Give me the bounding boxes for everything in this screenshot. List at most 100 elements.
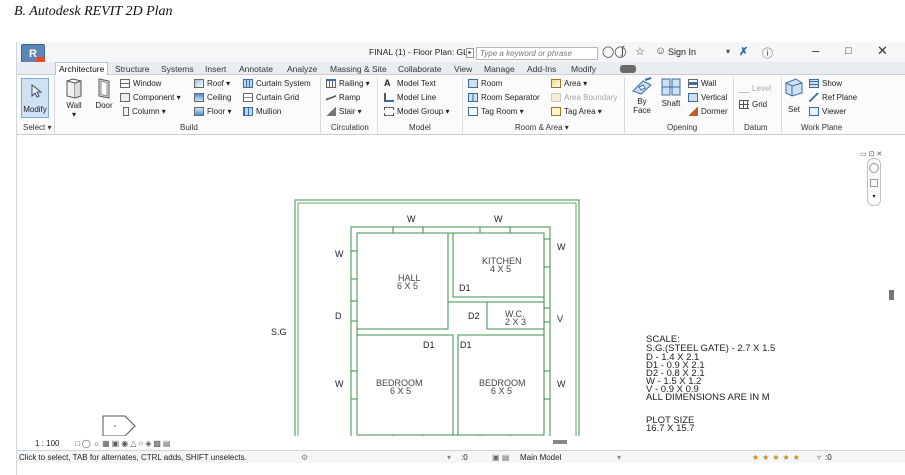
ref-plane-label: Ref Plane bbox=[822, 93, 858, 102]
tag-area-icon bbox=[551, 107, 561, 116]
tab-architecture[interactable]: Architecture bbox=[55, 62, 109, 76]
model-group-icon bbox=[384, 107, 394, 116]
roof-icon bbox=[194, 79, 204, 88]
curtain-grid-button[interactable]: Curtain Grid bbox=[243, 93, 299, 102]
section-marker-dot bbox=[114, 425, 116, 427]
stair-button[interactable]: Stair ▾ bbox=[326, 107, 362, 116]
room-area-panel-label[interactable]: Room & Area ▾ bbox=[515, 123, 569, 132]
ramp-icon bbox=[326, 93, 336, 102]
railing-button[interactable]: Railing ▾ bbox=[326, 79, 370, 88]
ribbon-minimize-toggle[interactable] bbox=[620, 65, 636, 73]
wall-button[interactable]: Wall ▾ bbox=[63, 77, 85, 119]
tab-annotate[interactable]: Annotate bbox=[239, 64, 273, 74]
design-options-icon[interactable]: ▣ ▤ bbox=[492, 453, 509, 462]
ribbon-tab-row: Architecture Structure Systems Insert An… bbox=[17, 62, 905, 76]
curtain-system-button[interactable]: Curtain System bbox=[243, 79, 311, 88]
wall-opening-button[interactable]: Wall bbox=[688, 79, 716, 88]
model-line-button[interactable]: Model Line bbox=[384, 93, 436, 102]
opening-by-face-button[interactable]: By Face bbox=[629, 77, 655, 115]
tag-area-button[interactable]: Tag Area ▾ bbox=[551, 107, 602, 116]
column-icon bbox=[123, 107, 129, 116]
search-input[interactable]: Type a keyword or phrase bbox=[476, 47, 598, 60]
ref-plane-button[interactable]: Ref Plane bbox=[809, 93, 857, 102]
editing-requests-dropdown[interactable]: ▾ bbox=[447, 453, 451, 462]
set-work-plane-button[interactable]: Set bbox=[783, 77, 805, 114]
ceiling-button[interactable]: Ceiling bbox=[194, 93, 231, 102]
figure-caption: B. Autodesk REVIT 2D Plan bbox=[14, 4, 173, 19]
application-menu-button[interactable]: R bbox=[21, 44, 45, 64]
vertical-opening-button[interactable]: Vertical bbox=[688, 93, 727, 102]
grid-button[interactable]: Grid bbox=[739, 100, 767, 109]
component-icon bbox=[120, 93, 130, 102]
model-group-label: Model Group ▾ bbox=[397, 107, 450, 116]
favorites-star-icon[interactable]: ☆ bbox=[635, 45, 645, 58]
help-icon[interactable]: ⓘ bbox=[762, 45, 773, 61]
drawing-canvas[interactable]: ▭ ⊡ ✕ ▾ W W W D W W V W D1 D2 D1 D1 S.G … bbox=[17, 136, 905, 444]
tab-add-ins[interactable]: Add-Ins bbox=[527, 64, 556, 74]
ceiling-label: Ceiling bbox=[207, 93, 232, 102]
ramp-button[interactable]: Ramp bbox=[326, 93, 360, 102]
door-icon bbox=[98, 78, 110, 99]
active-model-select[interactable]: Main Model bbox=[520, 453, 561, 462]
show-work-plane-icon bbox=[809, 79, 819, 88]
view-scale[interactable]: 1 : 100 bbox=[35, 439, 59, 448]
area-boundary-icon bbox=[551, 93, 561, 102]
maximize-button[interactable]: □ bbox=[845, 45, 852, 57]
view-control-icons[interactable]: □◯☼▦▣◉△○◈▩▤ bbox=[75, 439, 172, 448]
exchange-apps-icon[interactable]: ✗ bbox=[739, 45, 748, 58]
room-bedroom-2-size: 6 X 5 bbox=[491, 386, 512, 396]
mullion-icon bbox=[243, 107, 253, 116]
wall-opening-label: Wall bbox=[701, 79, 717, 88]
floor-button[interactable]: Floor ▾ bbox=[194, 107, 231, 116]
room-button[interactable]: Room bbox=[468, 79, 502, 88]
show-work-plane-button[interactable]: Show bbox=[809, 79, 842, 88]
railing-icon bbox=[326, 79, 336, 88]
tab-view[interactable]: View bbox=[454, 64, 472, 74]
window-label: Window bbox=[133, 79, 162, 88]
tab-insert[interactable]: Insert bbox=[205, 64, 226, 74]
window-button[interactable]: Window bbox=[120, 79, 161, 88]
tab-analyze[interactable]: Analyze bbox=[287, 64, 317, 74]
minimize-button[interactable]: – bbox=[812, 43, 819, 58]
viewer-button[interactable]: Viewer bbox=[809, 107, 846, 116]
vertical-opening-label: Vertical bbox=[701, 93, 728, 102]
communication-center-icon[interactable]: ∫ bbox=[621, 45, 624, 57]
mullion-button[interactable]: Mullion bbox=[243, 107, 281, 116]
tab-massing-site[interactable]: Massing & Site bbox=[330, 64, 387, 74]
room-separator-icon bbox=[468, 93, 478, 102]
cursor-arrow-icon bbox=[31, 84, 42, 98]
worksets-icon[interactable]: ⚙ bbox=[301, 453, 308, 462]
tab-structure[interactable]: Structure bbox=[115, 64, 150, 74]
mark-steel-gate: S.G bbox=[271, 327, 287, 337]
column-button[interactable]: Column ▾ bbox=[123, 107, 166, 116]
tab-manage[interactable]: Manage bbox=[484, 64, 515, 74]
room-separator-button[interactable]: Room Separator bbox=[468, 93, 540, 102]
model-text-button[interactable]: A Model Text bbox=[384, 78, 436, 89]
shaft-button[interactable]: Shaft bbox=[659, 77, 683, 108]
tab-collaborate[interactable]: Collaborate bbox=[398, 64, 441, 74]
tab-modify[interactable]: Modify bbox=[571, 64, 596, 74]
mark-w-left-upper: W bbox=[335, 249, 344, 259]
close-button[interactable]: ✕ bbox=[877, 43, 888, 59]
level-label: Level bbox=[752, 84, 772, 93]
selection-settings-icons[interactable]: ★★★★★ bbox=[752, 453, 803, 462]
filter-icon[interactable]: ▿ bbox=[817, 453, 821, 462]
select-panel-label[interactable]: Select ▾ bbox=[23, 123, 51, 132]
model-text-icon: A bbox=[384, 78, 391, 88]
sign-in-dropdown-icon[interactable]: ▾ bbox=[726, 47, 730, 56]
model-dropdown-icon[interactable]: ▾ bbox=[617, 453, 621, 462]
sign-in-button[interactable]: Sign In bbox=[668, 47, 696, 57]
modify-button[interactable]: Modify bbox=[21, 78, 49, 118]
tab-systems[interactable]: Systems bbox=[161, 64, 194, 74]
dormer-button[interactable]: Dormer bbox=[688, 107, 728, 116]
mark-w-right-upper: W bbox=[557, 242, 566, 252]
shaft-label: Shaft bbox=[661, 99, 681, 108]
roof-button[interactable]: Roof ▾ bbox=[194, 79, 230, 88]
tag-room-button[interactable]: Tag Room ▾ bbox=[468, 107, 524, 116]
component-button[interactable]: Component ▾ bbox=[120, 93, 181, 102]
area-button[interactable]: Area ▾ bbox=[551, 79, 587, 88]
model-group-button[interactable]: Model Group ▾ bbox=[384, 107, 449, 116]
view-control-bar: 1 : 100 □◯☼▦▣◉△○◈▩▤ bbox=[17, 439, 905, 450]
search-expand-icon[interactable]: ▸ bbox=[466, 48, 474, 58]
door-button[interactable]: Door bbox=[93, 77, 115, 110]
